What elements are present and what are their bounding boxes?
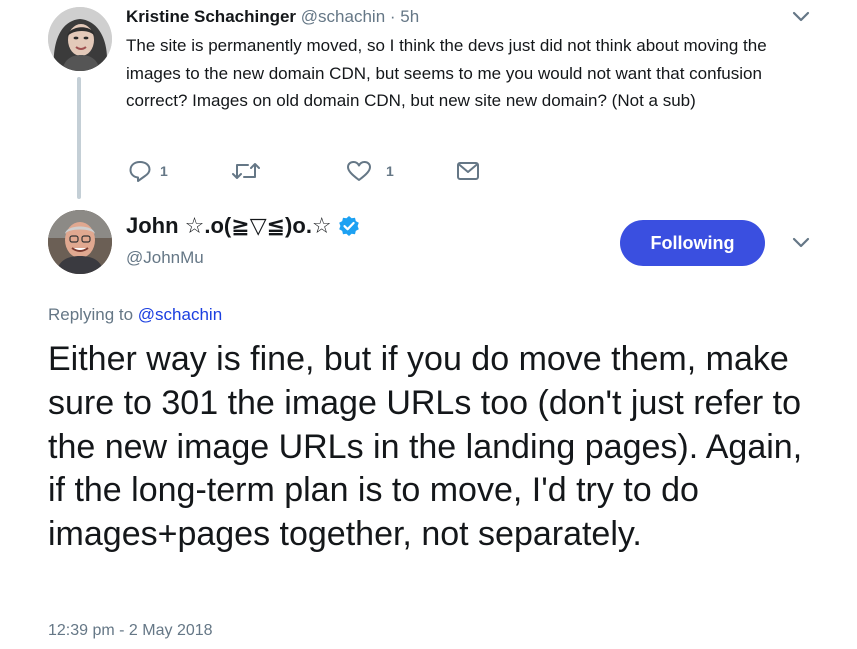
reply-button[interactable]: 1 [128,158,168,184]
chevron-down-icon[interactable] [792,11,810,23]
author-name[interactable]: Kristine Schachinger [126,7,296,26]
tweet-text: Either way is fine, but if you do move t… [48,340,803,554]
tweet-time[interactable]: 5h [400,7,419,26]
header-separator: · [389,7,396,26]
retweet-icon [231,160,261,182]
replying-to-handle-link[interactable]: @schachin [138,305,222,324]
reply-count: 1 [160,163,168,179]
author-name-text[interactable]: John ☆.o(≧▽≦)o.☆ [126,212,332,240]
author-handle[interactable]: @JohnMu [126,247,204,269]
like-button[interactable]: 1 [346,158,394,184]
envelope-icon [456,161,480,181]
retweet-button[interactable] [231,158,272,184]
author-name[interactable]: John ☆.o(≧▽≦)o.☆ [126,212,360,240]
author-avatar[interactable] [48,7,112,71]
chevron-down-icon[interactable] [792,237,810,249]
verified-badge-icon [338,215,360,237]
author-avatar[interactable] [48,210,112,274]
tweet-timestamp[interactable]: 12:39 pm - 2 May 2018 [48,621,213,641]
reply-icon [128,160,152,182]
tweet-text: The site is permanently moved, so I thin… [126,36,767,110]
parent-tweet: Kristine Schachinger @schachin · 5h The … [0,0,857,200]
thread-connector-line [77,77,81,199]
direct-message-button[interactable] [456,158,480,184]
following-button[interactable]: Following [620,220,765,266]
tweet-header: Kristine Schachinger @schachin · 5h [126,6,419,28]
replying-to: Replying to @schachin [48,304,222,326]
like-count: 1 [386,163,394,179]
replying-prefix: Replying to [48,305,134,324]
author-handle[interactable]: @schachin [301,7,385,26]
heart-icon [346,160,372,182]
